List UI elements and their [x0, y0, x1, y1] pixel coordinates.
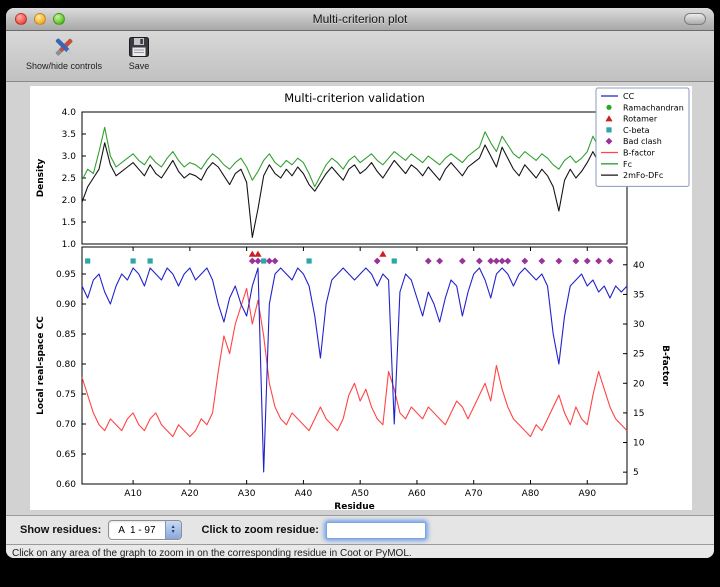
window-title: Multi-criterion plot [6, 12, 714, 26]
plot-content: Multi-criterion validation 1.0 1.5 2.0 2.5 3.… [6, 82, 714, 558]
zoom-residue-label: Click to zoom residue: [202, 524, 319, 536]
svg-text:30: 30 [633, 320, 645, 330]
svg-text:A90: A90 [578, 489, 596, 499]
svg-text:2.5: 2.5 [62, 174, 76, 184]
svg-text:A20: A20 [181, 489, 199, 499]
svg-text:0.75: 0.75 [56, 390, 76, 400]
show-hide-controls-button[interactable]: Show/hide controls [20, 31, 108, 73]
svg-text:2.0: 2.0 [62, 196, 77, 206]
svg-text:0.90: 0.90 [56, 300, 76, 310]
plot-panel[interactable]: Multi-criterion validation 1.0 1.5 2.0 2.5 3.… [30, 86, 692, 510]
controls-row: Show residues: A 1 - 97 ▲ ▼ Click to zoo… [6, 515, 714, 545]
status-text: Click on any area of the graph to zoom i… [12, 548, 412, 558]
svg-text:A60: A60 [408, 489, 426, 499]
svg-text:10: 10 [633, 439, 645, 449]
svg-text:A40: A40 [295, 489, 313, 499]
svg-text:20: 20 [633, 379, 645, 389]
stepper-icon[interactable]: ▲ ▼ [165, 521, 181, 539]
svg-text:3.0: 3.0 [62, 152, 77, 162]
svg-text:A10: A10 [124, 489, 142, 499]
svg-text:Multi-criterion validation: Multi-criterion validation [284, 91, 425, 105]
svg-text:B-factor: B-factor [660, 345, 670, 386]
title-bar[interactable]: Multi-criterion plot [6, 8, 714, 31]
residue-range-select[interactable]: A 1 - 97 ▲ ▼ [108, 520, 181, 540]
svg-text:A80: A80 [522, 489, 540, 499]
svg-text:0.65: 0.65 [56, 450, 76, 460]
close-button[interactable] [15, 13, 27, 25]
save-button[interactable]: Save [120, 31, 158, 73]
svg-text:Local real-space CC: Local real-space CC [36, 316, 46, 415]
svg-text:40: 40 [633, 261, 645, 271]
toolbar-toggle-button[interactable] [684, 13, 706, 25]
residue-range-value: A 1 - 97 [109, 525, 164, 536]
svg-text:35: 35 [633, 290, 644, 300]
save-label: Save [129, 61, 150, 71]
stepper-down-icon: ▼ [171, 530, 176, 535]
show-hide-controls-label: Show/hide controls [26, 61, 102, 71]
svg-text:2mFo-DFc: 2mFo-DFc [623, 171, 663, 180]
svg-text:A50: A50 [351, 489, 369, 499]
svg-text:1.5: 1.5 [62, 218, 76, 228]
toolbar: Show/hide controls Save [6, 31, 714, 82]
svg-text:1.0: 1.0 [62, 240, 77, 250]
multi-criterion-chart[interactable]: Multi-criterion validation 1.0 1.5 2.0 2.5 3.… [30, 86, 692, 510]
svg-text:15: 15 [633, 409, 644, 419]
svg-text:Residue: Residue [334, 502, 374, 510]
svg-text:Density: Density [36, 159, 46, 198]
svg-text:A30: A30 [238, 489, 256, 499]
status-bar: Click on any area of the graph to zoom i… [6, 545, 714, 558]
svg-text:CC: CC [623, 92, 635, 101]
svg-text:0.85: 0.85 [56, 330, 76, 340]
svg-text:Bad clash: Bad clash [623, 137, 662, 146]
minimize-button[interactable] [34, 13, 46, 25]
svg-text:Rotamer: Rotamer [623, 115, 658, 124]
svg-text:3.5: 3.5 [62, 130, 76, 140]
svg-text:0.60: 0.60 [56, 480, 76, 490]
zoom-residue-input[interactable] [326, 522, 426, 539]
svg-text:B-factor: B-factor [623, 149, 656, 158]
svg-text:C-beta: C-beta [623, 126, 650, 135]
svg-text:0.70: 0.70 [56, 420, 76, 430]
svg-text:0.95: 0.95 [56, 270, 76, 280]
save-icon [126, 34, 152, 60]
svg-text:25: 25 [633, 350, 644, 360]
svg-text:Fc: Fc [623, 160, 632, 169]
show-residues-label: Show residues: [20, 524, 101, 536]
svg-text:4.0: 4.0 [62, 108, 77, 118]
zoom-button[interactable] [53, 13, 65, 25]
app-window: Multi-criterion plot Show/hide controls [6, 8, 714, 558]
tools-icon [51, 34, 77, 60]
svg-text:5: 5 [633, 468, 639, 478]
svg-text:0.80: 0.80 [56, 360, 76, 370]
svg-text:A70: A70 [465, 489, 483, 499]
svg-text:Ramachandran: Ramachandran [623, 103, 684, 112]
